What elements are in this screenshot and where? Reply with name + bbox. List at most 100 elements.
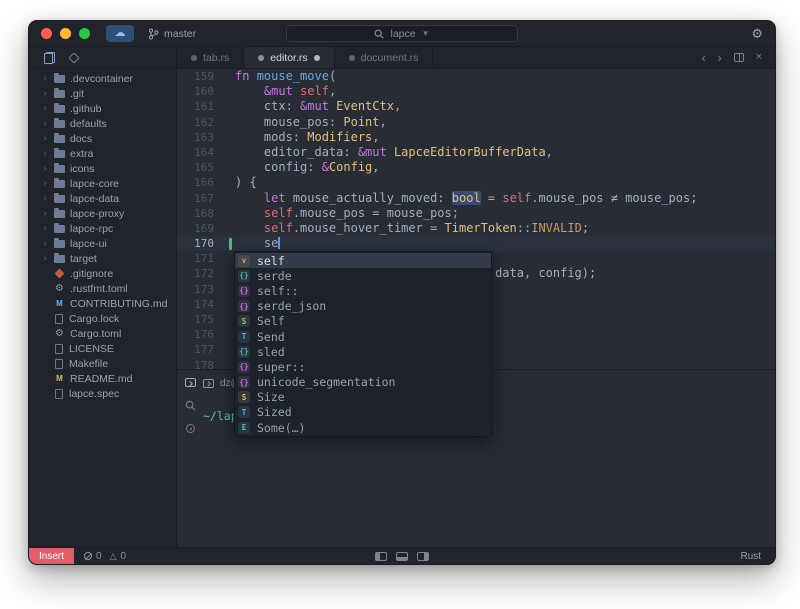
- code-line-168[interactable]: 168 self.mouse_pos = mouse_pos;: [177, 206, 775, 221]
- completion-kind-icon: {}: [238, 285, 250, 297]
- tree-item-lapce-rpc[interactable]: ›lapce-rpc: [29, 221, 176, 236]
- folder-icon: [54, 180, 65, 188]
- tree-item-LICENSE[interactable]: LICENSE: [29, 341, 176, 356]
- editor-mode-badge[interactable]: Insert: [29, 548, 74, 564]
- tree-item-lapce-proxy[interactable]: ›lapce-proxy: [29, 206, 176, 221]
- tree-item-lapce.spec[interactable]: lapce.spec: [29, 386, 176, 401]
- zoom-window-button[interactable]: [79, 28, 90, 39]
- branch-name: master: [164, 28, 196, 40]
- tree-item-.rustfmt.toml[interactable]: ⚙.rustfmt.toml: [29, 281, 176, 296]
- tree-item-Makefile[interactable]: Makefile: [29, 356, 176, 371]
- code-line-160[interactable]: 160 &mut self,: [177, 84, 775, 99]
- tree-item-extra[interactable]: ›extra: [29, 146, 176, 161]
- toggle-left-panel-icon[interactable]: [375, 552, 387, 561]
- tree-item-lapce-ui[interactable]: ›lapce-ui: [29, 236, 176, 251]
- minimize-window-button[interactable]: [60, 28, 71, 39]
- completion-item-Self[interactable]: SSelf: [235, 314, 491, 329]
- tree-item-icons[interactable]: ›icons: [29, 161, 176, 176]
- tree-item-label: target: [70, 253, 97, 265]
- toggle-bottom-panel-icon[interactable]: [396, 552, 408, 561]
- chevron-right-icon: ›: [41, 74, 49, 84]
- tree-item-defaults[interactable]: ›defaults: [29, 116, 176, 131]
- close-window-button[interactable]: [41, 28, 52, 39]
- code-line-169[interactable]: 169 self.mouse_hover_timer = TimerToken:…: [177, 221, 775, 236]
- code-line-167[interactable]: 167 let mouse_actually_moved: bool = sel…: [177, 191, 775, 206]
- completion-item-self::[interactable]: {}self::: [235, 283, 491, 298]
- completion-item-Size[interactable]: SSize: [235, 390, 491, 405]
- close-icon[interactable]: ×: [756, 52, 762, 63]
- tree-item-.github[interactable]: ›.github: [29, 101, 176, 116]
- code-line-164[interactable]: 164 editor_data: &mut LapceEditorBufferD…: [177, 145, 775, 160]
- tree-item-.devcontainer[interactable]: ›.devcontainer: [29, 71, 176, 86]
- tree-item-.gitignore[interactable]: .gitignore: [29, 266, 176, 281]
- completion-item-serde_json[interactable]: {}serde_json: [235, 299, 491, 314]
- completion-item-super::[interactable]: {}super::: [235, 359, 491, 374]
- plugin-icon[interactable]: [68, 52, 79, 63]
- tab-document.rs[interactable]: document.rs: [335, 47, 434, 68]
- chevron-right-icon: ›: [41, 254, 49, 264]
- tree-item-README.md[interactable]: M README.md: [29, 371, 176, 386]
- file-icon: [55, 344, 63, 354]
- file-icon: [55, 359, 63, 369]
- completion-item-self[interactable]: vself: [235, 253, 491, 268]
- code-line-166[interactable]: 166) {: [177, 175, 775, 190]
- tree-item-.git[interactable]: ›.git: [29, 86, 176, 101]
- file-explorer-icon[interactable]: [44, 52, 55, 64]
- tree-item-docs[interactable]: ›docs: [29, 131, 176, 146]
- terminal-icon[interactable]: [185, 378, 196, 387]
- split-editor-icon[interactable]: [734, 53, 744, 62]
- completion-item-sled[interactable]: {}sled: [235, 344, 491, 359]
- errors-icon: [84, 552, 92, 560]
- completion-kind-icon: T: [238, 406, 250, 418]
- completion-kind-icon: {}: [238, 361, 250, 373]
- language-indicator[interactable]: Rust: [740, 551, 775, 562]
- code-line-170[interactable]: 170 se: [177, 236, 775, 251]
- cloud-icon: ☁: [115, 28, 126, 39]
- code-line-165[interactable]: 165 config: &Config,: [177, 160, 775, 175]
- code-line-159[interactable]: 159fn mouse_move(: [177, 69, 775, 84]
- editor-main: 159fn mouse_move(160 &mut self,161 ctx: …: [177, 69, 775, 547]
- completion-item-Send[interactable]: TSend: [235, 329, 491, 344]
- toggle-right-panel-icon[interactable]: [417, 552, 429, 561]
- tree-item-label: README.md: [70, 373, 132, 385]
- problems-panel-icon[interactable]: [186, 424, 195, 433]
- completion-item-Sized[interactable]: TSized: [235, 405, 491, 420]
- completion-item-Some(…)[interactable]: ESome(…): [235, 420, 491, 435]
- line-number: 177: [177, 342, 227, 357]
- line-number: 164: [177, 145, 227, 160]
- file-icon: [349, 55, 355, 61]
- completion-label: serde_json: [257, 299, 326, 313]
- tab-tab.rs[interactable]: tab.rs: [177, 47, 244, 68]
- completion-item-unicode_segmentation[interactable]: {}unicode_segmentation: [235, 375, 491, 390]
- code-line-162[interactable]: 162 mouse_pos: Point,: [177, 115, 775, 130]
- tree-item-lapce-data[interactable]: ›lapce-data: [29, 191, 176, 206]
- completion-label: self: [257, 254, 285, 268]
- modified-indicator-icon: [314, 55, 320, 61]
- search-panel-icon[interactable]: [185, 400, 196, 411]
- navigate-forward-icon[interactable]: ›: [718, 52, 722, 64]
- workspace-name: lapce: [390, 28, 415, 40]
- code-line-161[interactable]: 161 ctx: &mut EventCtx,: [177, 99, 775, 114]
- git-branch-indicator[interactable]: master: [148, 28, 196, 40]
- tab-actions: ‹ › ×: [689, 47, 775, 68]
- line-number: 161: [177, 99, 227, 114]
- tree-item-label: lapce-rpc: [70, 223, 113, 235]
- code-line-163[interactable]: 163 mods: Modifiers,: [177, 130, 775, 145]
- tree-item-target[interactable]: › target: [29, 251, 176, 266]
- folder-icon: [54, 255, 65, 263]
- tree-item-lapce-core[interactable]: ›lapce-core: [29, 176, 176, 191]
- completion-item-serde[interactable]: {}serde: [235, 268, 491, 283]
- completion-list: vself{}serde{}self::{}serde_jsonSSelfTSe…: [235, 253, 491, 435]
- tree-item-Cargo.lock[interactable]: Cargo.lock: [29, 311, 176, 326]
- markdown-icon: M: [54, 375, 65, 383]
- tree-item-label: icons: [70, 163, 95, 175]
- chevron-right-icon: ›: [41, 89, 49, 99]
- diagnostics[interactable]: 0 △ 0: [84, 551, 130, 562]
- tree-item-CONTRIBUTING.md[interactable]: MCONTRIBUTING.md: [29, 296, 176, 311]
- command-palette-button[interactable]: lapce ▼: [286, 25, 518, 42]
- tree-item-Cargo.toml[interactable]: ⚙Cargo.toml: [29, 326, 176, 341]
- remote-connection-button[interactable]: ☁: [106, 25, 134, 42]
- navigate-back-icon[interactable]: ‹: [702, 52, 706, 64]
- tab-editor.rs[interactable]: editor.rs: [244, 47, 334, 68]
- settings-button[interactable]: ⚙: [751, 27, 763, 40]
